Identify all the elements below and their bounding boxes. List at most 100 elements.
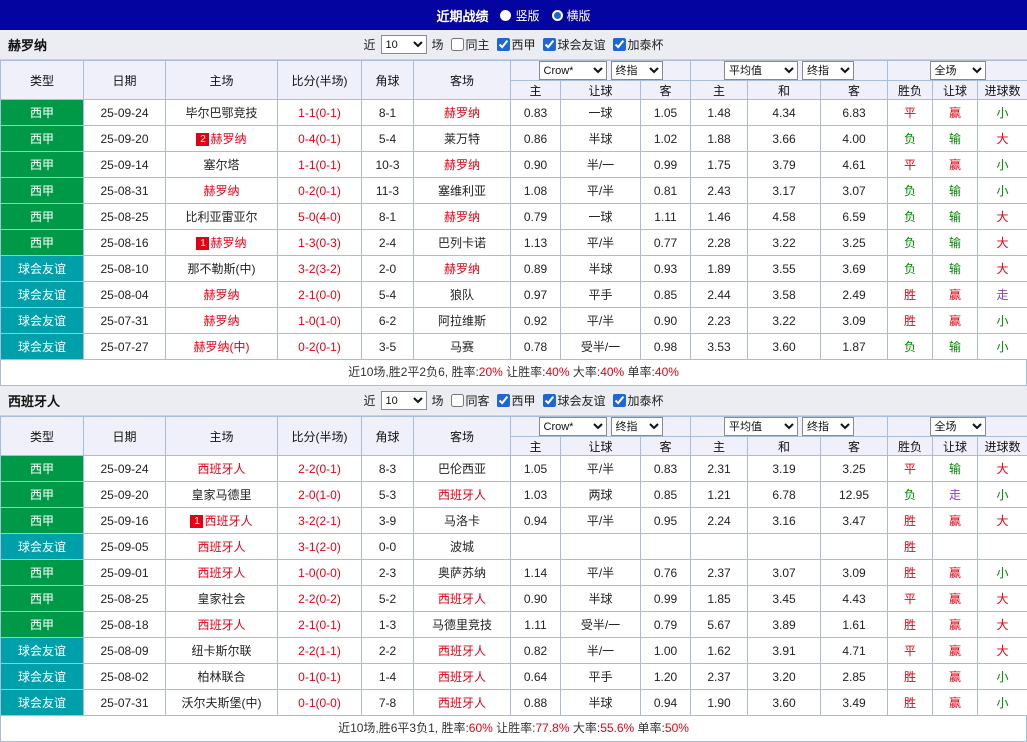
red-card-badge: 1	[196, 237, 209, 250]
home-team-cell[interactable]: 毕尔巴鄂竞技	[166, 100, 278, 126]
score-cell[interactable]: 0-1(0-0)	[278, 690, 362, 716]
score-cell[interactable]: 1-0(1-0)	[278, 308, 362, 334]
bookmaker-select[interactable]: Crow*	[539, 417, 607, 436]
home-team-cell[interactable]: 皇家马德里	[166, 482, 278, 508]
score-cell[interactable]: 0-4(0-1)	[278, 126, 362, 152]
away-team-cell[interactable]: 赫罗纳	[414, 204, 511, 230]
checkbox-input[interactable]	[613, 394, 626, 407]
score-cell[interactable]: 2-1(0-0)	[278, 282, 362, 308]
away-team-cell[interactable]: 巴伦西亚	[414, 456, 511, 482]
away-team-cell[interactable]: 阿拉维斯	[414, 308, 511, 334]
score-cell[interactable]: 0-1(0-1)	[278, 664, 362, 690]
checkbox-input[interactable]	[613, 38, 626, 51]
filter-checkbox-西甲[interactable]: 西甲	[493, 392, 536, 409]
home-team-cell[interactable]: 赫罗纳	[166, 282, 278, 308]
fullmatch-select[interactable]: 全场	[930, 417, 986, 436]
checkbox-input[interactable]	[497, 38, 510, 51]
score-cell[interactable]: 3-1(2-0)	[278, 534, 362, 560]
checkbox-input[interactable]	[497, 394, 510, 407]
home-team-cell[interactable]: 1赫罗纳	[166, 230, 278, 256]
view-option-vertical[interactable]: 竖版	[500, 7, 539, 24]
checkbox-input[interactable]	[450, 38, 463, 51]
home-team-cell[interactable]: 2赫罗纳	[166, 126, 278, 152]
radio-icon	[552, 10, 563, 21]
away-team-cell[interactable]: 波城	[414, 534, 511, 560]
away-team-cell[interactable]: 西班牙人	[414, 586, 511, 612]
away-team-cell[interactable]: 赫罗纳	[414, 100, 511, 126]
filter-checkbox-同客[interactable]: 同客	[446, 392, 489, 409]
score-cell[interactable]: 2-1(0-1)	[278, 612, 362, 638]
home-team-cell[interactable]: 西班牙人	[166, 456, 278, 482]
home-team-cell[interactable]: 沃尔夫斯堡(中)	[166, 690, 278, 716]
final-odds-select[interactable]: 终指	[611, 61, 663, 80]
home-team-cell[interactable]: 纽卡斯尔联	[166, 638, 278, 664]
away-team-cell[interactable]: 马赛	[414, 334, 511, 360]
match-row: 球会友谊25-08-04赫罗纳2-1(0-0)5-4狼队0.97平手0.852.…	[1, 282, 1027, 308]
home-team-name: 皇家马德里	[191, 488, 251, 502]
filter-checkbox-加泰杯[interactable]: 加泰杯	[609, 392, 664, 409]
score-cell[interactable]: 1-3(0-3)	[278, 230, 362, 256]
home-team-cell[interactable]: 1西班牙人	[166, 508, 278, 534]
score-cell[interactable]: 3-2(3-2)	[278, 256, 362, 282]
fullmatch-select[interactable]: 全场	[930, 61, 986, 80]
away-team-cell[interactable]: 赫罗纳	[414, 152, 511, 178]
average-select[interactable]: 平均值	[724, 417, 798, 436]
home-team-cell[interactable]: 西班牙人	[166, 560, 278, 586]
away-team-cell[interactable]: 西班牙人	[414, 690, 511, 716]
score-cell[interactable]: 1-1(0-1)	[278, 100, 362, 126]
home-team-cell[interactable]: 赫罗纳(中)	[166, 334, 278, 360]
home-team-cell[interactable]: 那不勒斯(中)	[166, 256, 278, 282]
home-team-cell[interactable]: 赫罗纳	[166, 308, 278, 334]
home-team-cell[interactable]: 皇家社会	[166, 586, 278, 612]
away-team-cell[interactable]: 巴列卡诺	[414, 230, 511, 256]
away-team-cell[interactable]: 莱万特	[414, 126, 511, 152]
home-team-cell[interactable]: 赫罗纳	[166, 178, 278, 204]
result-cell: 大	[978, 508, 1027, 534]
score-cell[interactable]: 5-0(4-0)	[278, 204, 362, 230]
recent-count-select[interactable]: 10	[380, 35, 426, 54]
score-cell[interactable]: 3-2(2-1)	[278, 508, 362, 534]
recent-count-select[interactable]: 10	[380, 391, 426, 410]
home-team-cell[interactable]: 西班牙人	[166, 612, 278, 638]
away-team-cell[interactable]: 西班牙人	[414, 638, 511, 664]
score-cell[interactable]: 1-1(0-1)	[278, 152, 362, 178]
view-option-horizontal[interactable]: 横版	[552, 7, 591, 24]
score-cell[interactable]: 2-2(0-2)	[278, 586, 362, 612]
filter-checkbox-西甲[interactable]: 西甲	[493, 36, 536, 53]
checkbox-input[interactable]	[543, 38, 556, 51]
odds-cell: 1.00	[641, 638, 691, 664]
score-cell[interactable]: 2-2(0-1)	[278, 456, 362, 482]
score-cell[interactable]: 2-2(1-1)	[278, 638, 362, 664]
final-odds-select[interactable]: 终指	[611, 417, 663, 436]
corner-cell: 2-2	[362, 638, 414, 664]
away-team-cell[interactable]: 奥萨苏纳	[414, 560, 511, 586]
away-team-cell[interactable]: 赫罗纳	[414, 256, 511, 282]
away-team-cell[interactable]: 马洛卡	[414, 508, 511, 534]
away-team-cell[interactable]: 西班牙人	[414, 482, 511, 508]
filter-checkbox-同主[interactable]: 同主	[446, 36, 489, 53]
filter-checkbox-球会友谊[interactable]: 球会友谊	[539, 392, 606, 409]
away-team-cell[interactable]: 塞维利亚	[414, 178, 511, 204]
date-cell: 25-07-27	[84, 334, 166, 360]
odds-cell: 一球	[561, 204, 641, 230]
final-odds-select-2[interactable]: 终指	[802, 61, 854, 80]
home-team-cell[interactable]: 西班牙人	[166, 534, 278, 560]
final-odds-select-2[interactable]: 终指	[802, 417, 854, 436]
home-team-cell[interactable]: 塞尔塔	[166, 152, 278, 178]
home-team-cell[interactable]: 柏林联合	[166, 664, 278, 690]
home-team-cell[interactable]: 比利亚雷亚尔	[166, 204, 278, 230]
checkbox-input[interactable]	[543, 394, 556, 407]
away-team-cell[interactable]: 马德里竞技	[414, 612, 511, 638]
average-select[interactable]: 平均值	[724, 61, 798, 80]
filter-checkbox-球会友谊[interactable]: 球会友谊	[539, 36, 606, 53]
away-team-cell[interactable]: 西班牙人	[414, 664, 511, 690]
filter-checkbox-加泰杯[interactable]: 加泰杯	[609, 36, 664, 53]
checkbox-input[interactable]	[450, 394, 463, 407]
score-cell[interactable]: 1-0(0-0)	[278, 560, 362, 586]
score-cell[interactable]: 2-0(1-0)	[278, 482, 362, 508]
away-team-cell[interactable]: 狼队	[414, 282, 511, 308]
score-cell[interactable]: 0-2(0-1)	[278, 334, 362, 360]
bookmaker-select[interactable]: Crow*	[539, 61, 607, 80]
score-cell[interactable]: 0-2(0-1)	[278, 178, 362, 204]
corner-cell: 7-8	[362, 690, 414, 716]
